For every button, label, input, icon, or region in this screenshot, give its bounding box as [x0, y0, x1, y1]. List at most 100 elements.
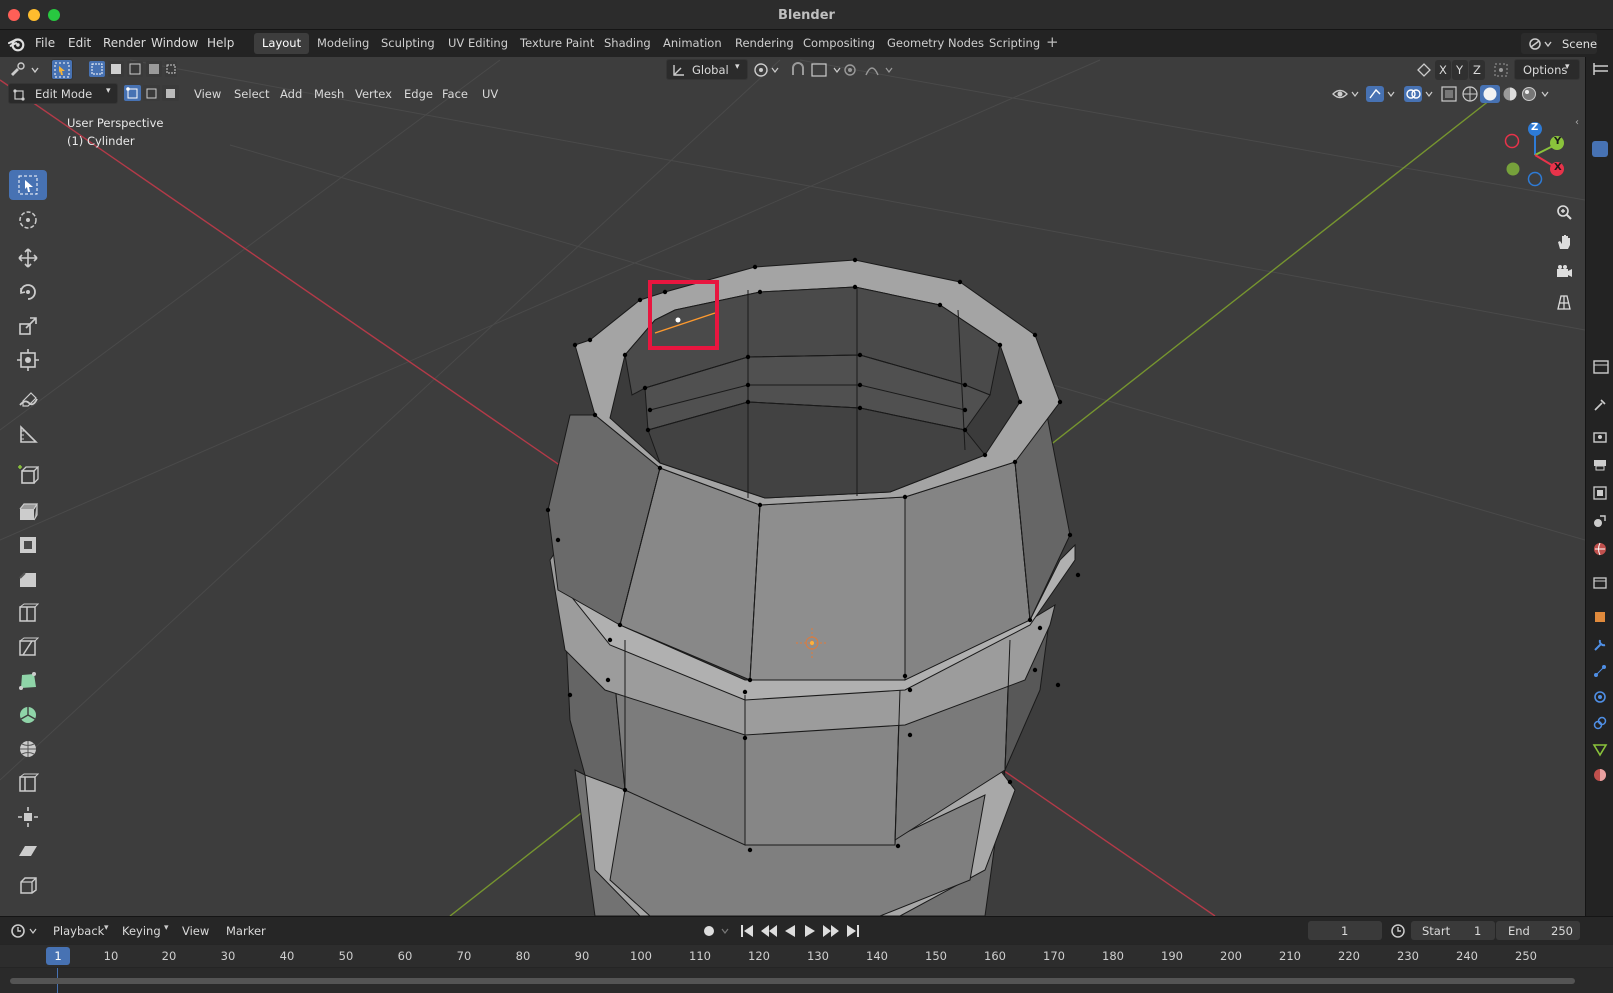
edge-slide-icon: [19, 773, 39, 792]
collection-tab-icon[interactable]: [1592, 575, 1608, 591]
current-frame-indicator[interactable]: 1: [46, 947, 70, 965]
editor-type-icon[interactable]: [8, 61, 42, 79]
tool-poly-build[interactable]: [9, 666, 47, 696]
ruler-tick: 230: [1397, 949, 1419, 963]
3d-viewport[interactable]: Global ▾ X Y Z Options ▾ Edit Mode ▾ Vie…: [0, 57, 1585, 916]
tool-settings-tab-icon[interactable]: [1592, 141, 1608, 157]
tool-transform[interactable]: [9, 345, 47, 375]
pan-button[interactable]: [1551, 229, 1577, 255]
mirror-axes-icon[interactable]: [1415, 61, 1433, 79]
menu-edit[interactable]: Edit: [68, 36, 91, 50]
tool-smooth[interactable]: [9, 734, 47, 764]
tool-tab-icon[interactable]: [1592, 397, 1608, 413]
tool-add-cube[interactable]: [9, 460, 47, 490]
camera-view-button[interactable]: [1551, 259, 1577, 285]
menu-window[interactable]: Window: [151, 36, 198, 50]
tool-annotate[interactable]: [9, 385, 47, 415]
tool-rotate[interactable]: [9, 277, 47, 307]
tool-edge-slide[interactable]: [9, 768, 47, 798]
timeline-menu-view[interactable]: View: [182, 924, 209, 938]
mesh-select-mode-group[interactable]: [123, 84, 181, 105]
data-tab-icon[interactable]: [1592, 741, 1608, 757]
viewport-menu-select[interactable]: Select: [234, 87, 269, 101]
tab-animation[interactable]: Animation: [655, 33, 730, 54]
constraints-tab-icon[interactable]: [1592, 715, 1608, 731]
timeline-scrollbar[interactable]: [10, 978, 1575, 984]
tool-spin[interactable]: [9, 700, 47, 730]
menu-render[interactable]: Render: [103, 36, 146, 50]
select-mode-group[interactable]: [88, 60, 178, 81]
frame-ruler[interactable]: 1 10 20 30 40 50 60 70 80 90 100 110 120…: [0, 945, 1613, 967]
clock-icon[interactable]: [1389, 922, 1407, 940]
tool-inset[interactable]: [9, 530, 47, 560]
tool-extrude[interactable]: [9, 496, 47, 526]
physics-tab-icon[interactable]: [1592, 689, 1608, 705]
timeline-menu-playback[interactable]: Playback: [53, 924, 104, 938]
scene-canvas[interactable]: [0, 57, 1585, 916]
tool-knife[interactable]: [9, 632, 47, 662]
object-tab-icon[interactable]: [1592, 609, 1608, 625]
viewport-menu-add[interactable]: Add: [280, 87, 302, 101]
add-workspace-icon[interactable]: +: [1046, 33, 1059, 51]
auto-merge-icon[interactable]: [1492, 61, 1510, 79]
tool-bevel[interactable]: [9, 564, 47, 594]
viewport-menu-uv[interactable]: UV: [482, 87, 498, 101]
timeline-menu-keying[interactable]: Keying: [122, 924, 161, 938]
tab-shading[interactable]: Shading: [596, 33, 659, 54]
viewport-menu-face[interactable]: Face: [442, 87, 468, 101]
tab-sculpting[interactable]: Sculpting: [373, 33, 443, 54]
tool-scale[interactable]: [9, 311, 47, 341]
proportional-editing-icon[interactable]: [842, 61, 902, 79]
menu-help[interactable]: Help: [207, 36, 234, 50]
tool-select-box[interactable]: [9, 170, 47, 200]
properties-editor-icon[interactable]: [1592, 359, 1610, 375]
scene-tab-icon[interactable]: [1592, 513, 1608, 529]
perspective-toggle-button[interactable]: [1551, 289, 1577, 315]
tab-uv-editing[interactable]: UV Editing: [440, 33, 516, 54]
tab-layout[interactable]: Layout: [254, 33, 310, 54]
material-tab-icon[interactable]: [1592, 767, 1608, 783]
gizmo-x-label: X: [1554, 162, 1562, 173]
particles-tab-icon[interactable]: [1592, 663, 1608, 679]
modifier-tab-icon[interactable]: [1592, 637, 1608, 653]
menu-file[interactable]: File: [35, 36, 55, 50]
title-bar: Blender: [0, 0, 1613, 30]
view-layer-tab-icon[interactable]: [1592, 485, 1608, 501]
keyframe-track[interactable]: [0, 968, 1613, 993]
world-tab-icon[interactable]: [1592, 541, 1608, 557]
ruler-tick: 60: [397, 949, 413, 963]
tab-compositing[interactable]: Compositing: [795, 33, 883, 54]
outliner-icon[interactable]: [1592, 61, 1610, 77]
view-perspective-label: User Perspective: [67, 116, 164, 130]
viewport-menu-edge[interactable]: Edge: [404, 87, 433, 101]
output-tab-icon[interactable]: [1592, 457, 1608, 473]
end-frame-label: End: [1508, 924, 1530, 938]
timeline-editor-type-icon[interactable]: [10, 922, 40, 940]
properties-strip: [1585, 57, 1613, 916]
tool-loop-cut[interactable]: [9, 598, 47, 628]
viewport-menu-view[interactable]: View: [194, 87, 221, 101]
tool-measure[interactable]: [9, 419, 47, 449]
viewport-menu-mesh[interactable]: Mesh: [314, 87, 344, 101]
tab-geometry-nodes[interactable]: Geometry Nodes: [879, 33, 992, 54]
tab-modeling[interactable]: Modeling: [309, 33, 377, 54]
tool-cursor[interactable]: [9, 205, 47, 235]
viewport-display-controls[interactable]: [1330, 84, 1570, 104]
measure-icon: [20, 425, 38, 443]
zoom-button[interactable]: [1551, 199, 1577, 225]
ruler-tick: 70: [456, 949, 472, 963]
tool-shear[interactable]: [9, 836, 47, 866]
sidebar-toggle-icon[interactable]: ‹: [1575, 117, 1579, 128]
tab-scripting[interactable]: Scripting: [981, 33, 1048, 54]
blender-logo-icon[interactable]: [8, 35, 26, 53]
selected-vertex: [675, 317, 681, 323]
tool-move[interactable]: [9, 243, 47, 273]
tool-rip[interactable]: [9, 870, 47, 900]
timeline-menu-marker[interactable]: Marker: [226, 924, 266, 938]
tab-texture-paint[interactable]: Texture Paint: [512, 33, 602, 54]
tool-shrink-fatten[interactable]: [9, 802, 47, 832]
render-tab-icon[interactable]: [1592, 429, 1608, 445]
viewport-menu-vertex[interactable]: Vertex: [355, 87, 392, 101]
playback-controls[interactable]: [699, 921, 869, 941]
tab-rendering[interactable]: Rendering: [727, 33, 802, 54]
